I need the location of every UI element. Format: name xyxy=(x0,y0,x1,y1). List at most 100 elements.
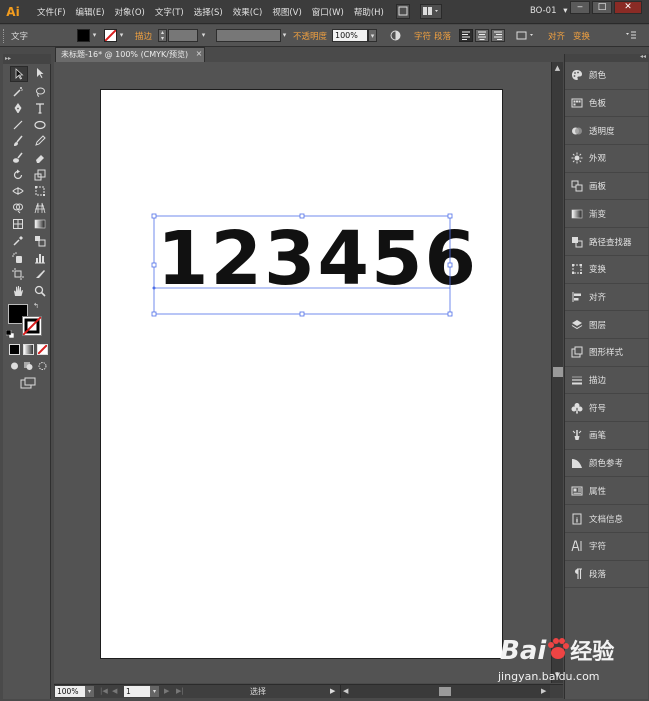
panel-appearance[interactable]: 外观 xyxy=(565,145,649,173)
chevron-down-icon[interactable]: ▾ xyxy=(117,29,126,42)
none-mode-button[interactable] xyxy=(37,344,48,355)
panel-graphic-styles[interactable]: 图形样式 xyxy=(565,339,649,367)
menu-object[interactable]: 对象(O) xyxy=(110,6,150,18)
tools-panel-grip[interactable]: ▸▸ xyxy=(3,54,51,64)
mesh-tool[interactable] xyxy=(10,217,26,231)
chevron-down-icon[interactable]: ▾ xyxy=(150,686,159,697)
opacity-input[interactable]: 100% xyxy=(332,29,368,42)
close-window-button[interactable]: ✕ xyxy=(614,1,642,14)
stroke-swatch[interactable] xyxy=(104,29,117,42)
ellipse-tool[interactable] xyxy=(32,118,48,132)
last-artboard-icon[interactable]: ▶| xyxy=(176,685,184,698)
previous-artboard-icon[interactable]: ◀ xyxy=(112,685,117,698)
workspace-switcher[interactable]: BO-01 ▾ xyxy=(530,6,567,16)
panel-attributes[interactable]: 属性 xyxy=(565,478,649,506)
panel-color-guide[interactable]: 颜色参考 xyxy=(565,450,649,478)
gradient-mode-button[interactable] xyxy=(23,344,34,355)
panel-color[interactable]: 颜色 xyxy=(565,62,649,90)
panel-artboards[interactable]: 画板 xyxy=(565,173,649,201)
selection-bounding-box[interactable] xyxy=(150,212,456,318)
variable-width-profile[interactable] xyxy=(216,29,281,42)
magic-wand-tool[interactable] xyxy=(10,85,26,99)
chevron-down-icon[interactable]: ▾ xyxy=(199,29,208,42)
direct-selection-tool[interactable] xyxy=(32,66,48,80)
collapse-arrows-icon[interactable]: ▸▸ xyxy=(5,55,11,62)
perspective-grid-tool[interactable] xyxy=(32,201,48,215)
menu-edit[interactable]: 编辑(E) xyxy=(71,6,110,18)
type-tool[interactable] xyxy=(32,101,48,115)
panel-gradient[interactable]: 渐变 xyxy=(565,201,649,229)
control-bar-grip[interactable] xyxy=(3,29,7,43)
align-panel-link[interactable]: 对齐 xyxy=(548,30,565,42)
line-segment-tool[interactable] xyxy=(10,118,26,132)
collapse-arrows-icon[interactable]: ◂◂ xyxy=(640,53,646,60)
chevron-down-icon[interactable]: ▾ xyxy=(368,29,377,42)
align-right-button[interactable] xyxy=(491,29,505,42)
panel-document-info[interactable]: 文档信息 xyxy=(565,505,649,533)
recolor-artwork-button[interactable] xyxy=(390,30,401,41)
pencil-tool[interactable] xyxy=(32,134,48,148)
chevron-down-icon[interactable]: ▾ xyxy=(90,29,99,42)
scale-tool[interactable] xyxy=(32,168,48,182)
arrange-documents-button[interactable] xyxy=(420,4,442,19)
rotate-tool[interactable] xyxy=(10,168,26,182)
panel-layers[interactable]: 图层 xyxy=(565,311,649,339)
swap-fill-stroke-icon[interactable]: ↰ xyxy=(33,302,41,310)
eraser-tool[interactable] xyxy=(32,151,48,165)
panel-character[interactable]: 字符 xyxy=(565,533,649,561)
close-tab-icon[interactable]: × xyxy=(194,48,204,60)
bridge-button[interactable] xyxy=(396,4,410,19)
panel-transform[interactable]: 变换 xyxy=(565,256,649,284)
transform-panel-link[interactable]: 变换 xyxy=(573,30,590,42)
blend-tool[interactable] xyxy=(32,234,48,248)
status-menu-icon[interactable]: ▶ xyxy=(330,685,335,698)
panel-pathfinder[interactable]: 路径查找器 xyxy=(565,228,649,256)
artboard[interactable] xyxy=(100,89,503,659)
horizontal-scroll-thumb[interactable] xyxy=(439,687,451,696)
shape-builder-tool[interactable] xyxy=(10,201,26,215)
menu-effect[interactable]: 效果(C) xyxy=(228,6,268,18)
menu-select[interactable]: 选择(S) xyxy=(189,6,228,18)
chevron-down-icon[interactable]: ▾ xyxy=(85,686,94,697)
panel-paragraph[interactable]: 段落 xyxy=(565,561,649,589)
artboard-number-input[interactable]: 1 xyxy=(124,686,150,697)
gradient-tool[interactable] xyxy=(32,217,48,231)
next-artboard-icon[interactable]: ▶ xyxy=(164,685,169,698)
artboard-tool[interactable] xyxy=(10,267,26,281)
scroll-up-icon[interactable]: ▲ xyxy=(553,64,562,73)
scroll-left-icon[interactable]: ◀ xyxy=(343,685,348,698)
menu-file[interactable]: 文件(F) xyxy=(32,6,71,18)
panel-dock-grip[interactable]: ◂◂ xyxy=(565,53,649,62)
panel-stroke[interactable]: 描边 xyxy=(565,367,649,395)
color-mode-button[interactable] xyxy=(9,344,20,355)
fill-swatch[interactable] xyxy=(77,29,90,42)
default-fill-stroke-icon[interactable] xyxy=(5,329,15,339)
width-tool[interactable] xyxy=(10,184,26,198)
panel-brushes[interactable]: 画笔 xyxy=(565,422,649,450)
vertical-scrollbar[interactable]: ▲ ▼ xyxy=(551,62,563,683)
menu-window[interactable]: 窗口(W) xyxy=(307,6,349,18)
zoom-tool[interactable] xyxy=(32,284,48,298)
panel-align[interactable]: 对齐 xyxy=(565,284,649,312)
stroke-label[interactable]: 描边 xyxy=(135,30,152,42)
free-transform-tool[interactable] xyxy=(32,184,48,198)
minimize-button[interactable]: ‒ xyxy=(570,1,590,14)
menu-type[interactable]: 文字(T) xyxy=(150,6,189,18)
chevron-down-icon[interactable]: ▾ xyxy=(280,29,289,42)
menu-view[interactable]: 视图(V) xyxy=(267,6,306,18)
pen-tool[interactable] xyxy=(10,101,26,115)
draw-normal-button[interactable] xyxy=(9,361,20,371)
stroke-weight-stepper[interactable]: ▴ ▾ xyxy=(158,29,167,42)
draw-behind-button[interactable] xyxy=(23,361,34,371)
screen-mode-button[interactable] xyxy=(20,377,36,389)
character-link[interactable]: 字符 xyxy=(414,30,431,42)
align-left-button[interactable] xyxy=(459,29,473,42)
first-artboard-icon[interactable]: |◀ xyxy=(100,685,108,698)
panel-swatches[interactable]: 色板 xyxy=(565,90,649,118)
opacity-label[interactable]: 不透明度 xyxy=(293,30,327,42)
hand-tool[interactable] xyxy=(10,284,26,298)
eyedropper-tool[interactable] xyxy=(10,234,26,248)
slice-tool[interactable] xyxy=(32,267,48,281)
isolate-button[interactable] xyxy=(515,29,537,42)
blob-brush-tool[interactable] xyxy=(10,151,26,165)
